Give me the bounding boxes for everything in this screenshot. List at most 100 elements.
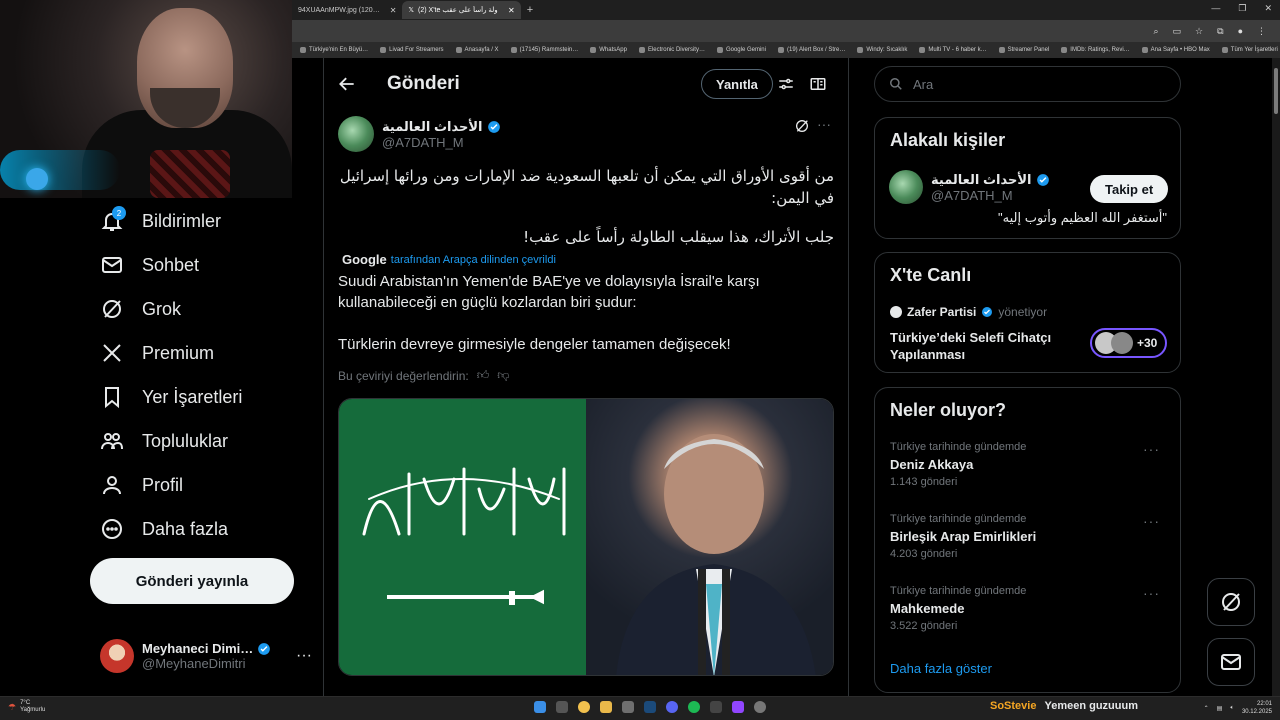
profile-icon[interactable]: ● [1238,26,1243,36]
chrome-icon[interactable] [578,701,590,713]
nav-label: Bildirimler [142,210,222,231]
search-box[interactable] [874,66,1181,102]
clock[interactable]: 22:01 30.12.2025 [1242,700,1272,716]
post-author[interactable]: الأحداث العالمية @A7DATH_M [338,116,501,152]
more-icon[interactable]: ··· [1143,585,1160,601]
extensions-icon[interactable]: ⧉ [1217,26,1223,37]
more-icon[interactable]: ··· [817,116,831,132]
scrollbar[interactable] [1272,58,1280,696]
discord-icon[interactable] [666,701,678,713]
browser-tab-x[interactable]: 𝕏 (2) X'te الأحداث العالمية: "جلب الأترا… [402,1,521,19]
grok-icon[interactable] [794,118,810,134]
more-icon[interactable]: ··· [296,647,312,665]
network-icon[interactable]: ▤ [1217,705,1223,712]
author-handle[interactable]: @A7DATH_M [382,135,501,150]
app-icon[interactable] [710,701,722,713]
bookmark-item[interactable]: Windy: Sıcaklık [857,47,907,53]
scrollbar-thumb[interactable] [1274,68,1278,114]
reply-button[interactable]: Yanıtla [701,69,773,99]
trend-item[interactable]: Türkiye tarihinde gündemde Mahkemede 3.5… [890,585,1170,632]
bookmark-item[interactable]: WhatsApp [590,47,627,53]
nav-grok[interactable]: Grok [100,291,181,327]
cast-icon[interactable]: ▭ [1173,26,1182,37]
back-arrow-icon[interactable] [337,74,357,94]
author-name[interactable]: الأحداث العالمية [382,119,483,135]
nav-communities[interactable]: Topluluklar [100,423,228,459]
filter-icon[interactable] [777,75,795,93]
bookmark-item[interactable]: Streamer Panel [998,47,1050,53]
search-icon[interactable] [556,701,568,713]
account-switcher[interactable]: Meyhaneci Dimi… @MeyhaneDimitri ··· [100,636,312,676]
weather-text: Yağmurlu [20,707,46,713]
tab-label: (2) X'te الأحداث العالمية: "جلب الأتراك … [418,7,498,14]
x-logo-icon: 𝕏 [408,7,415,14]
related-handle[interactable]: @A7DATH_M [931,188,1050,203]
more-icon[interactable]: ··· [1143,513,1160,529]
bookmark-item[interactable]: (17145) Rammstein… [510,47,578,53]
zoom-icon[interactable]: ⌕ [1153,26,1158,37]
live-listeners[interactable]: +30 [1090,328,1167,358]
volume-icon[interactable]: 🔈︎ [1230,705,1234,712]
thumbs-up-icon[interactable]: 👍︎ [477,368,490,383]
nav-label: Daha fazla [142,518,229,539]
trend-item[interactable]: Türkiye tarihinde gündemde Deniz Akkaya … [890,441,1170,488]
follow-button[interactable]: Takip et [1090,175,1169,203]
window-close-icon[interactable]: ✕ [1264,3,1272,14]
nav-chat[interactable]: Sohbet [100,247,199,283]
reader-icon[interactable] [809,75,827,93]
translation-source[interactable]: tarafından Arapça dilinden çevrildi [391,254,556,266]
minimize-icon[interactable]: — [1211,3,1220,14]
weather-widget[interactable]: ☂ 7°C Yağmurlu [8,700,45,714]
messages-fab[interactable] [1207,638,1255,686]
bookmark-label: Multi TV - 6 haber k… [928,47,987,53]
bookmark-item[interactable]: Google Gemini [716,47,766,53]
bookmark-item[interactable]: Tüm Yer İşaretleri [1221,47,1278,53]
close-icon[interactable]: ✕ [390,6,397,15]
bookmark-item[interactable]: Livad For Streamers [380,47,444,53]
bookmark-item[interactable]: Türkiye'nin En Büyü… [300,47,368,53]
bookmark-item[interactable]: Ana Sayfa • HBO Max [1141,47,1210,53]
bookmark-item[interactable]: Anasayfa / X [455,47,499,53]
windows-start-icon[interactable] [534,701,546,713]
mail-icon [1221,654,1241,670]
steam-icon[interactable] [644,701,656,713]
chevron-up-icon[interactable]: ⌃ [1204,705,1209,712]
obs-icon[interactable] [754,701,766,713]
time: 22:01 [1256,701,1272,707]
trend-name: Deniz Akkaya [890,457,974,472]
star-icon[interactable]: ☆ [1195,26,1203,37]
live-card[interactable]: X'te Canlı Zafer Partisi yönetiyor Türki… [874,252,1181,373]
post-media[interactable] [338,398,834,676]
more-icon[interactable]: ··· [1143,441,1160,457]
search-input[interactable] [913,76,1153,92]
nav-bookmarks[interactable]: Yer İşaretleri [100,379,242,415]
epic-games-icon[interactable] [622,701,634,713]
bookmark-item[interactable]: Electronic Diversity… [638,47,705,53]
spotify-icon[interactable] [688,701,700,713]
close-icon[interactable]: ✕ [508,6,515,15]
bookmark-item[interactable]: Multi TV - 6 haber k… [919,47,987,53]
thumbs-down-icon[interactable]: 👎︎ [497,368,509,383]
browser-tab-image[interactable]: 94XUAAnMPW.jpg (120… ✕ [292,1,402,19]
bookmark-item[interactable]: (19) Alert Box / Stre… [777,47,845,53]
new-tab-button[interactable]: + [527,4,533,16]
grok-fab[interactable] [1207,578,1255,626]
show-more-link[interactable]: Daha fazla göster [890,661,992,676]
bookmark-favicon-icon [998,47,1005,53]
menu-icon[interactable]: ⋮ [1257,26,1266,37]
related-avatar[interactable] [889,170,923,204]
bookmark-label: Streamer Panel [1007,47,1050,53]
trend-item[interactable]: Türkiye tarihinde gündemde Birleşik Arap… [890,513,1170,560]
kick-icon[interactable] [732,701,744,713]
author-avatar[interactable] [338,116,374,152]
bookmark-favicon-icon [300,47,306,53]
nav-premium[interactable]: Premium [100,335,214,371]
nav-notifications[interactable]: 2 Bildirimler [100,203,221,239]
nav-profile[interactable]: Profil [100,467,183,503]
post-button[interactable]: Gönderi yayınla [90,558,294,604]
nav-more[interactable]: Daha fazla [100,511,228,547]
related-name[interactable]: الأحداث العالمية [931,172,1032,188]
bookmark-item[interactable]: IMDb: Ratings, Revi… [1061,47,1130,53]
folder-icon[interactable] [600,701,612,713]
maximize-icon[interactable]: ❐ [1238,3,1246,14]
